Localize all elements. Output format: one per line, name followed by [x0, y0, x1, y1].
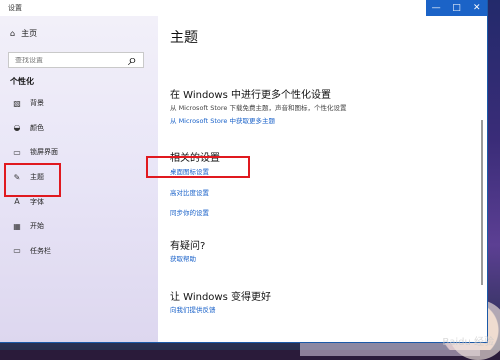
high-contrast-settings-link[interactable]: 高对比度设置 [170, 187, 209, 197]
sidebar-item-label: 颜色 [30, 123, 44, 132]
sidebar-item-start[interactable]: ▦ 开始 [0, 214, 158, 239]
sidebar-item-label: 字体 [30, 197, 44, 206]
question-title: 有疑问? [170, 241, 206, 252]
sidebar: ⌂ 主页 ⌕ 个性化 ▧ 背景 ◒ 颜色 ▭ 锁屏界面 ✎ 主题 [0, 16, 158, 342]
lock-screen-icon: ▭ [13, 147, 21, 157]
search-input[interactable] [15, 56, 125, 64]
minimize-button[interactable]: — [426, 0, 446, 16]
get-more-themes-link[interactable]: 从 Microsoft Store 中获取更多主题 [170, 115, 275, 125]
more-personalization-desc: 从 Microsoft Store 下载免费主题，声音和图标，个性化设置 [170, 104, 347, 112]
page-title: 主题 [170, 30, 198, 46]
sidebar-home[interactable]: ⌂ 主页 [10, 28, 37, 39]
taskbar-icon: ▭ [13, 246, 21, 256]
search-box[interactable]: ⌕ [8, 50, 144, 69]
scrollbar[interactable] [481, 120, 483, 285]
feedback-link[interactable]: 向我们提供反馈 [170, 304, 216, 314]
highlight-box-desktop-icon-settings [146, 156, 250, 178]
maximize-button[interactable]: □ [446, 0, 466, 16]
sync-settings-link[interactable]: 同步你的设置 [170, 207, 209, 217]
sidebar-item-lock-screen[interactable]: ▭ 锁屏界面 [0, 140, 158, 165]
window-controls: — □ ✕ [426, 0, 487, 16]
watermark: Baidu 经验 [442, 337, 494, 348]
picture-icon: ▧ [13, 98, 21, 108]
home-icon: ⌂ [10, 29, 16, 38]
start-icon: ▦ [13, 221, 21, 231]
window-title: 设置 [8, 4, 22, 12]
close-button[interactable]: ✕ [467, 0, 487, 16]
get-help-link[interactable]: 获取帮助 [170, 253, 196, 263]
improve-windows-title: 让 Windows 变得更好 [170, 292, 271, 303]
sidebar-item-label: 背景 [30, 99, 44, 108]
main-content: 主题 在 Windows 中进行更多个性化设置 从 Microsoft Stor… [158, 16, 487, 342]
search-icon: ⌕ [128, 50, 137, 69]
sidebar-section-title: 个性化 [10, 77, 34, 86]
sidebar-item-label: 锁屏界面 [30, 148, 58, 157]
more-personalization-title: 在 Windows 中进行更多个性化设置 [170, 90, 331, 101]
home-label: 主页 [21, 29, 38, 38]
font-icon: A [14, 197, 20, 207]
sidebar-item-label: 开始 [30, 222, 44, 231]
sidebar-item-background[interactable]: ▧ 背景 [0, 91, 158, 116]
sidebar-item-label: 任务栏 [30, 246, 51, 255]
sidebar-item-colors[interactable]: ◒ 颜色 [0, 116, 158, 141]
titlebar: 设置 — □ ✕ [0, 0, 487, 16]
settings-window: 设置 — □ ✕ ⌂ 主页 ⌕ 个性化 ▧ 背景 ◒ 颜色 ▭ [0, 0, 487, 342]
palette-icon: ◒ [13, 123, 21, 133]
sidebar-item-taskbar[interactable]: ▭ 任务栏 [0, 239, 158, 264]
highlight-box-themes [4, 163, 61, 197]
